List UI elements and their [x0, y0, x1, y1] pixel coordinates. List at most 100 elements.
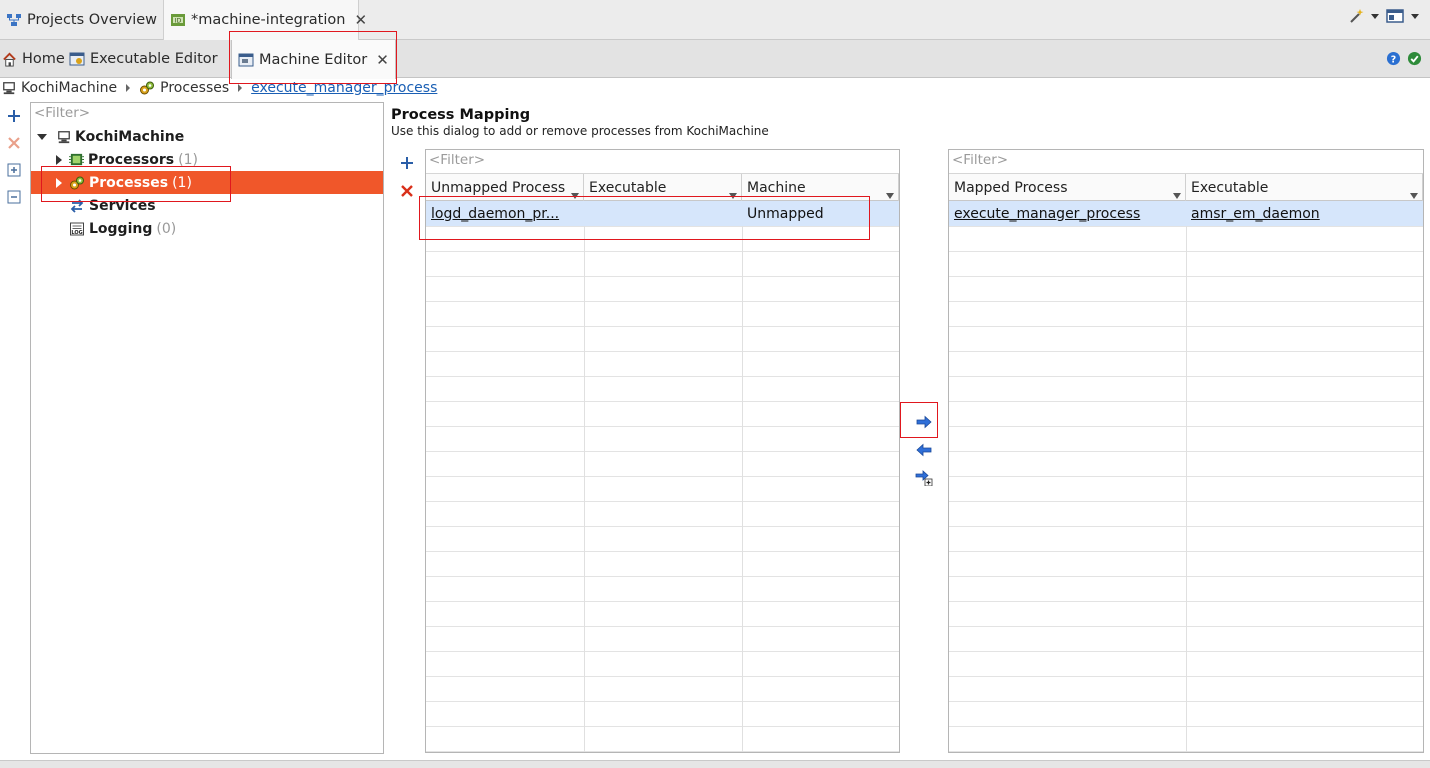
processor-chip-icon [69, 152, 84, 167]
column-filter-icon[interactable] [1410, 193, 1418, 199]
process-mapping-title: Process Mapping [391, 107, 531, 123]
close-icon[interactable]: ✕ [376, 51, 389, 69]
tree-item-label: Processors [88, 151, 175, 168]
column-filter-icon[interactable] [571, 193, 579, 199]
cell-executable[interactable] [584, 201, 742, 226]
breadcrumb-machine[interactable]: KochiMachine [21, 80, 117, 96]
column-label: Machine [747, 180, 806, 196]
tab-machine-editor[interactable]: Machine Editor ✕ [231, 40, 396, 79]
chevron-down-icon[interactable] [1370, 8, 1380, 24]
cell-executable[interactable]: amsr_em_daemon [1186, 201, 1423, 226]
table-row[interactable]: logd_daemon_pr... Unmapped [426, 201, 899, 226]
status-strip [0, 760, 1430, 768]
tree-item-processors[interactable]: Processors (1) [31, 148, 383, 171]
editor-tab-bar: Home Executable Editor Machine Editor ✕ … [0, 40, 1430, 79]
unmapped-process-table: <Filter> Unmapped Process Executable Mac… [425, 149, 900, 753]
tree-item-services[interactable]: Services [31, 194, 383, 217]
machine-editor-icon [238, 52, 254, 68]
unmapped-table-header: Unmapped Process Executable Machine [426, 173, 899, 202]
tree-item-logging[interactable]: LOG Logging (0) [31, 217, 383, 240]
machine-icon [57, 130, 71, 144]
column-executable[interactable]: Executable [584, 174, 742, 202]
add-icon[interactable] [6, 108, 22, 124]
collapse-arrow-icon[interactable] [37, 133, 47, 140]
tab-label: Home [22, 51, 65, 67]
breadcrumb-current[interactable]: execute_manager_process [251, 80, 437, 96]
column-machine[interactable]: Machine [742, 174, 899, 202]
close-icon[interactable]: ✕ [354, 11, 367, 29]
column-unmapped-process[interactable]: Unmapped Process [426, 174, 584, 202]
svg-text:?: ? [1391, 54, 1396, 65]
tree-item-count: (0) [156, 220, 177, 237]
table-row[interactable]: execute_manager_process amsr_em_daemon [949, 201, 1423, 226]
tree-item-label: Logging [89, 220, 153, 237]
tree-filter-input[interactable]: <Filter> [34, 105, 90, 121]
svg-text:LOG: LOG [71, 230, 82, 236]
breadcrumb-separator [238, 84, 243, 92]
projects-overview-icon [6, 12, 22, 28]
tree-item-root[interactable]: KochiMachine [31, 125, 383, 148]
tab-machine-integration[interactable]: ID *machine-integration ✕ [163, 0, 367, 40]
help-icon[interactable]: ? [1386, 51, 1401, 66]
breadcrumb: KochiMachine Processes execute_manager_p… [0, 78, 437, 98]
tab-label: *machine-integration [191, 12, 346, 28]
home-icon [2, 52, 17, 67]
breadcrumb-processes[interactable]: Processes [160, 80, 229, 96]
tree-item-processes[interactable]: Processes (1) [31, 171, 383, 194]
delete-icon[interactable] [400, 184, 416, 200]
tab-executable-editor[interactable]: Executable Editor [69, 40, 218, 78]
tree-item-count: (1) [178, 151, 198, 168]
expand-arrow-icon[interactable] [56, 154, 62, 165]
machine-icon [2, 81, 16, 95]
perspective-icon[interactable] [1386, 8, 1404, 24]
top-tab-bar: Projects Overview ID *machine-integratio… [0, 0, 1430, 40]
mapped-filter-input[interactable]: <Filter> [952, 152, 1008, 168]
tab-label: Machine Editor [259, 51, 368, 68]
tree-item-label: KochiMachine [75, 128, 185, 145]
cell-process[interactable]: execute_manager_process [949, 201, 1186, 226]
map-add-icon[interactable] [914, 468, 934, 488]
executable-editor-icon [69, 51, 85, 67]
processes-icon [69, 175, 85, 191]
column-filter-icon[interactable] [886, 193, 894, 199]
services-arrows-icon [69, 198, 85, 214]
tab-label: Projects Overview [27, 12, 158, 28]
machine-integration-icon: ID [170, 12, 186, 28]
column-filter-icon[interactable] [729, 193, 737, 199]
tab-projects-overview[interactable]: Projects Overview [0, 0, 163, 40]
delete-icon[interactable] [6, 135, 22, 151]
expand-all-icon[interactable] [6, 162, 22, 178]
breadcrumb-separator [126, 84, 131, 92]
column-filter-icon[interactable] [1173, 193, 1181, 199]
collapse-all-icon[interactable] [6, 189, 22, 205]
tab-home[interactable]: Home [2, 40, 65, 78]
tab-label: Executable Editor [90, 51, 218, 67]
table-grid [426, 201, 899, 752]
logging-icon: LOG [69, 221, 85, 237]
check-icon[interactable] [1407, 51, 1422, 66]
wand-icon[interactable] [1348, 8, 1364, 24]
process-mapping-description: Use this dialog to add or remove process… [391, 124, 769, 138]
tree-item-count: (1) [172, 174, 192, 191]
column-label: Executable [1191, 180, 1269, 196]
column-label: Unmapped Process [431, 180, 566, 196]
unmapped-filter-input[interactable]: <Filter> [429, 152, 485, 168]
mapped-process-table: <Filter> Mapped Process Executable execu… [948, 149, 1424, 753]
column-label: Mapped Process [954, 180, 1068, 196]
tree-item-label: Processes [89, 174, 169, 191]
chevron-down-icon[interactable] [1410, 8, 1420, 24]
column-executable[interactable]: Executable [1186, 174, 1423, 202]
map-right-arrow-icon[interactable] [914, 412, 934, 432]
tree-item-label: Services [89, 197, 156, 214]
svg-text:ID: ID [175, 18, 182, 25]
cell-process[interactable]: logd_daemon_pr... [426, 201, 584, 226]
machine-tree-panel: <Filter> KochiMachine Processors (1) Pro… [30, 102, 384, 754]
column-mapped-process[interactable]: Mapped Process [949, 174, 1186, 202]
cell-machine[interactable]: Unmapped [742, 201, 899, 226]
processes-icon [139, 80, 155, 96]
expand-arrow-icon[interactable] [56, 177, 62, 188]
add-icon[interactable] [400, 156, 416, 172]
column-label: Executable [589, 180, 667, 196]
mapped-table-header: Mapped Process Executable [949, 173, 1423, 202]
unmap-left-arrow-icon[interactable] [914, 440, 934, 460]
